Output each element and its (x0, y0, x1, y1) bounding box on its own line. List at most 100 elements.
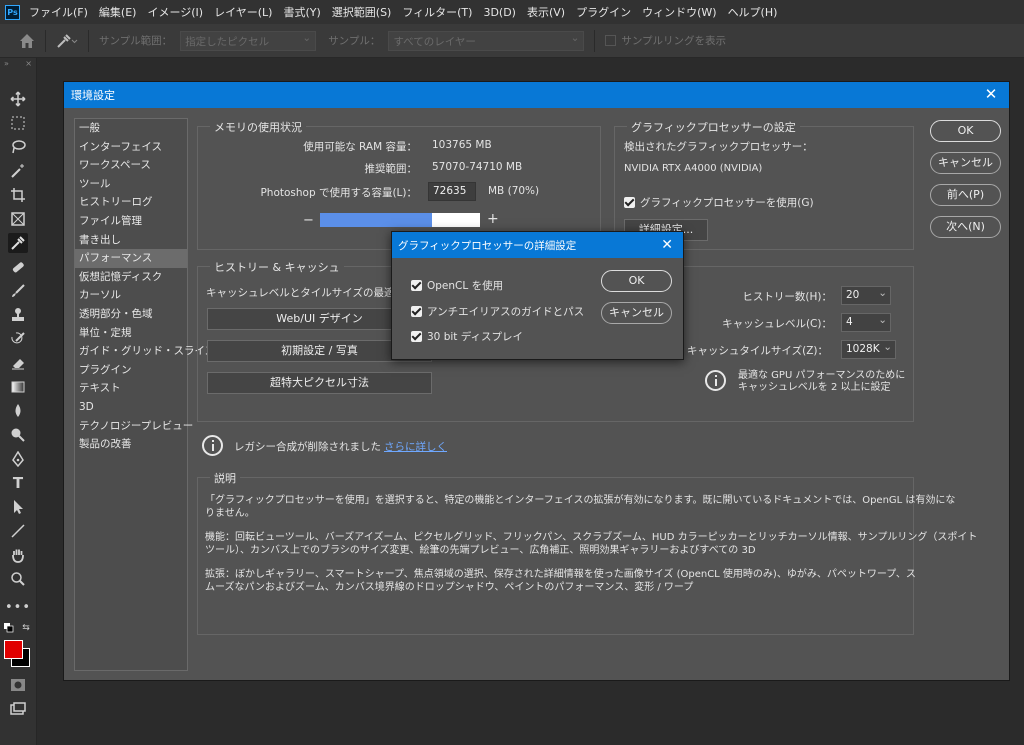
close-icon[interactable]: × (25, 58, 32, 70)
ram-increase-button[interactable]: + (487, 211, 499, 227)
category-transparency[interactable]: 透明部分・色域 (75, 305, 187, 324)
options-separator (45, 29, 46, 52)
menu-layer[interactable]: レイヤー(L) (214, 4, 272, 20)
gpu-settings-title: グラフィックプロセッサーの設定 (627, 119, 800, 135)
ram-usage-fill (320, 213, 432, 227)
magic-wand-tool-icon[interactable] (8, 161, 28, 181)
category-history-log[interactable]: ヒストリーログ (75, 193, 187, 212)
category-units[interactable]: 単位・定規 (75, 324, 187, 343)
description-title: 説明 (210, 470, 240, 486)
menu-select[interactable]: 選択範囲(S) (332, 4, 392, 20)
category-3d[interactable]: 3D (75, 398, 187, 417)
ram-decrease-button[interactable]: − (303, 213, 314, 228)
more-tools-icon[interactable]: ••• (5, 597, 30, 617)
antialias-checkbox[interactable] (411, 306, 422, 317)
marquee-tool-icon[interactable] (8, 113, 28, 133)
menu-filter[interactable]: フィルター(T) (402, 4, 472, 20)
healing-brush-tool-icon[interactable] (8, 257, 28, 277)
home-icon[interactable] (19, 33, 35, 49)
screen-mode-icon[interactable] (8, 699, 28, 719)
menu-image[interactable]: イメージ(I) (147, 4, 203, 20)
close-icon[interactable]: ✕ (661, 237, 673, 253)
category-performance[interactable]: パフォーマンス (75, 249, 187, 268)
photoshop-ram-input[interactable]: 72635 (428, 182, 476, 201)
category-type[interactable]: テキスト (75, 379, 187, 398)
expand-icon[interactable]: » (4, 58, 9, 70)
category-cursors[interactable]: カーソル (75, 286, 187, 305)
sample-size-label: サンプル範囲： (99, 35, 173, 47)
cancel-button[interactable]: キャンセル (930, 152, 1001, 174)
30bit-display-checkbox[interactable] (411, 331, 422, 342)
cache-optimize-label: キャッシュレベルとタイルサイズの最適化 (206, 287, 405, 299)
category-workspace[interactable]: ワークスペース (75, 156, 187, 175)
lasso-tool-icon[interactable] (8, 137, 28, 157)
menu-help[interactable]: ヘルプ(H) (728, 4, 778, 20)
menu-edit[interactable]: 編集(E) (99, 4, 137, 20)
ram-usage-slider[interactable] (320, 213, 480, 227)
next-button[interactable]: 次へ(N) (930, 216, 1001, 238)
default-colors-icon[interactable] (3, 622, 15, 634)
close-icon[interactable]: ✕ (983, 86, 999, 102)
dodge-tool-icon[interactable] (8, 425, 28, 445)
chevron-down-icon: ⌄ (883, 341, 892, 353)
pen-tool-icon[interactable] (8, 449, 28, 469)
stamp-tool-icon[interactable] (8, 305, 28, 325)
menu-plugins[interactable]: プラグイン (576, 4, 631, 20)
eraser-tool-icon[interactable] (8, 353, 28, 373)
type-tool-icon[interactable]: T (8, 473, 28, 493)
cache-tile-size-select[interactable]: 1028K ⌄ (841, 340, 896, 359)
antialias-label: アンチエイリアスのガイドとパス (427, 306, 585, 318)
category-tools[interactable]: ツール (75, 175, 187, 194)
cache-levels-select[interactable]: 4 ⌄ (841, 313, 891, 332)
move-tool-icon[interactable] (8, 89, 28, 109)
available-ram-value: 103765 MB (432, 139, 492, 151)
menu-file[interactable]: ファイル(F) (29, 4, 88, 20)
sample-select[interactable]: すべてのレイヤー (388, 30, 585, 51)
description-line: ムーズなパンおよびズーム、カンバス境界線のドロップシャドウ、ペイントのパフォーマ… (205, 582, 694, 593)
eyedropper-preset-icon[interactable] (56, 31, 78, 51)
menu-type[interactable]: 書式(Y) (283, 4, 320, 20)
hand-tool-icon[interactable] (8, 545, 28, 565)
path-selection-tool-icon[interactable] (8, 497, 28, 517)
tools-panel: » × T ••• ⇆ (0, 58, 37, 745)
category-technology-previews[interactable]: テクノロジープレビュー (75, 417, 193, 436)
foreground-color-swatch[interactable] (4, 640, 23, 659)
opencl-checkbox[interactable] (411, 280, 422, 291)
history-brush-tool-icon[interactable] (8, 329, 28, 349)
category-product-improvement[interactable]: 製品の改善 (75, 435, 187, 454)
gradient-tool-icon[interactable] (8, 377, 28, 397)
sampling-ring-checkbox[interactable] (605, 35, 617, 46)
brush-tool-icon[interactable] (8, 281, 28, 301)
advanced-ok-button[interactable]: OK (601, 270, 672, 292)
learn-more-link[interactable]: さらに詳しく (384, 439, 447, 454)
eyedropper-tool-icon[interactable] (8, 233, 28, 253)
menu-3d[interactable]: 3D(D) (483, 6, 516, 19)
category-guides[interactable]: ガイド・グリッド・スライス (75, 342, 215, 361)
sample-size-select[interactable]: 指定したピクセル (180, 30, 317, 51)
info-icon (202, 435, 223, 456)
menu-window[interactable]: ウィンドウ(W) (642, 4, 716, 20)
description-line: りません。 (205, 508, 255, 519)
swap-colors-icon[interactable]: ⇆ (20, 622, 32, 634)
frame-tool-icon[interactable] (8, 209, 28, 229)
category-general[interactable]: 一般 (75, 119, 187, 138)
quick-mask-icon[interactable] (8, 675, 28, 695)
use-gpu-checkbox[interactable] (624, 197, 635, 208)
history-states-select[interactable]: 20 ⌄ (841, 286, 891, 305)
category-interface[interactable]: インターフェイス (75, 138, 187, 157)
category-plugins[interactable]: プラグイン (75, 361, 187, 380)
zoom-tool-icon[interactable] (8, 569, 28, 589)
category-export[interactable]: 書き出し (75, 231, 187, 250)
blur-tool-icon[interactable] (8, 401, 28, 421)
cache-tile-size-label: キャッシュタイルサイズ(Z)： (686, 345, 828, 357)
prev-button[interactable]: 前へ(P) (930, 184, 1001, 206)
huge-pixel-dimensions-button[interactable]: 超特大ピクセル寸法 (207, 372, 432, 394)
category-scratch-disks[interactable]: 仮想記憶ディスク (75, 268, 187, 287)
advanced-cancel-button[interactable]: キャンセル (601, 302, 672, 324)
menu-view[interactable]: 表示(V) (527, 4, 565, 20)
category-file-handling[interactable]: ファイル管理 (75, 212, 187, 231)
available-ram-label: 使用可能な RAM 容量： (303, 141, 417, 153)
line-tool-icon[interactable] (8, 521, 28, 541)
ok-button[interactable]: OK (930, 120, 1001, 142)
crop-tool-icon[interactable] (8, 185, 28, 205)
